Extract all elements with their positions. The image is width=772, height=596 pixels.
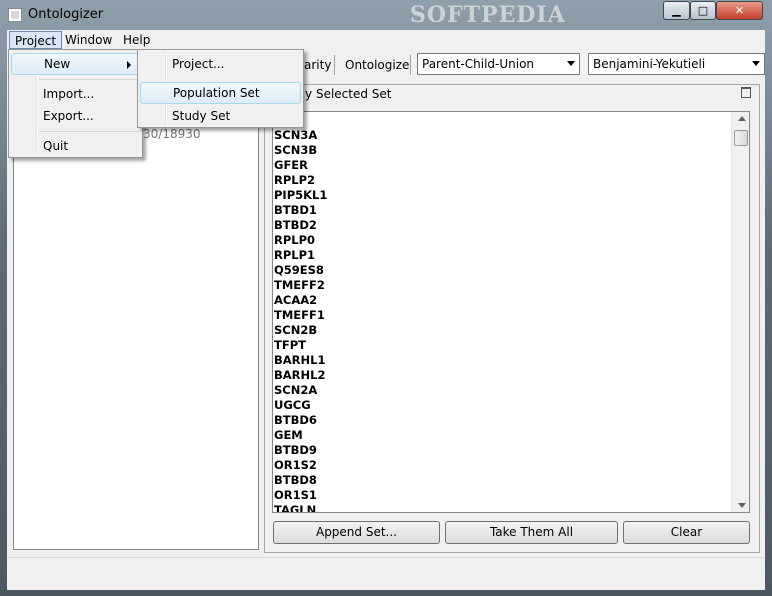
new-submenu: Project... Population Set Study Set — [137, 49, 304, 128]
menu-item-export[interactable]: Export... — [11, 105, 140, 127]
calculation-method-value: Parent-Child-Union — [422, 57, 535, 71]
gene-list-item[interactable]: SCN3B — [274, 143, 327, 158]
minimize-button[interactable]: ▁ — [663, 1, 690, 20]
gene-list-item[interactable]: RPLP0 — [274, 233, 327, 248]
similarity-label[interactable]: arity — [304, 58, 331, 72]
take-them-all-button[interactable]: Take Them All — [445, 521, 618, 544]
gene-list-item[interactable]: SCN2B — [274, 323, 327, 338]
menu-bar: Project Window Help — [7, 30, 765, 51]
selected-set-label: tly Selected Set — [297, 87, 392, 101]
gene-list-item[interactable]: TMEFF2 — [274, 278, 327, 293]
menu-separator — [39, 131, 139, 132]
gene-list-item[interactable]: SCN3A — [274, 128, 327, 143]
restore-icon[interactable] — [741, 87, 751, 98]
scroll-up-icon[interactable] — [738, 116, 746, 121]
gene-list-item[interactable]: GFER — [274, 158, 327, 173]
menu-window[interactable]: Window — [60, 31, 117, 49]
vertical-scrollbar[interactable] — [731, 112, 749, 512]
gene-list-item[interactable]: BARHL1 — [274, 353, 327, 368]
chevron-down-icon — [567, 61, 575, 66]
calculation-method-select[interactable]: Parent-Child-Union — [417, 53, 580, 75]
menu-item-quit[interactable]: Quit — [11, 135, 140, 157]
menu-item-new[interactable]: New — [11, 53, 140, 75]
gene-list-item[interactable]: SCN2A — [274, 383, 327, 398]
status-bar — [7, 557, 765, 590]
gene-list-box[interactable]: SCN3A SCN3B GFER RPLP2 PIP5KL1 BTBD1 BTBD2 RPLP… — [272, 111, 750, 513]
population-count: 30/18930 — [143, 127, 201, 141]
menu-item-population-set[interactable]: Population Set — [140, 82, 301, 104]
menu-help[interactable]: Help — [118, 31, 155, 49]
title-bar[interactable]: Ontologizer SOFTPEDIA ▁ □ ✕ — [0, 0, 772, 30]
gene-list-item[interactable]: ACAA2 — [274, 293, 327, 308]
gene-list-item[interactable]: BARHL2 — [274, 368, 327, 383]
project-menu: New Import... Export... Quit — [8, 49, 143, 158]
gene-list-item[interactable]: BTBD1 — [274, 203, 327, 218]
app-icon — [8, 8, 22, 22]
scroll-down-icon[interactable] — [738, 503, 746, 508]
clear-button[interactable]: Clear — [623, 521, 750, 544]
gene-list-item[interactable]: PIP5KL1 — [274, 188, 327, 203]
gene-list-item[interactable]: BTBD8 — [274, 473, 327, 488]
correction-method-select[interactable]: Benjamini-Yekutieli — [588, 53, 765, 75]
gene-list-item[interactable]: TMEFF1 — [274, 308, 327, 323]
gene-list-item[interactable]: BTBD2 — [274, 218, 327, 233]
menu-item-import[interactable]: Import... — [11, 83, 140, 105]
watermark-logo: SOFTPEDIA — [410, 2, 566, 28]
gene-list-item[interactable]: Q59ES8 — [274, 263, 327, 278]
gene-list-item[interactable]: BTBD6 — [274, 413, 327, 428]
ontologize-button[interactable]: Ontologize — [345, 58, 409, 72]
menu-project[interactable]: Project — [9, 31, 63, 49]
toolbar-separator — [334, 55, 335, 75]
toolbar-separator — [410, 55, 411, 75]
gene-list-item[interactable]: OR1S1 — [274, 488, 327, 503]
close-button[interactable]: ✕ — [716, 1, 763, 20]
append-set-button[interactable]: Append Set... — [273, 521, 440, 544]
menu-item-study-set[interactable]: Study Set — [140, 105, 301, 127]
menu-item-new-project[interactable]: Project... — [140, 53, 301, 75]
gene-list-item[interactable]: TAGLN — [274, 503, 327, 512]
gene-list-item[interactable]: RPLP1 — [274, 248, 327, 263]
menu-separator — [39, 79, 139, 80]
gene-list-item[interactable]: UGCG — [274, 398, 327, 413]
gene-list: SCN3A SCN3B GFER RPLP2 PIP5KL1 BTBD1 BTBD2 RPLP… — [274, 128, 327, 512]
correction-method-value: Benjamini-Yekutieli — [593, 57, 706, 71]
window-frame: Ontologizer SOFTPEDIA ▁ □ ✕ Project Wind… — [0, 0, 772, 596]
chevron-down-icon — [752, 61, 760, 66]
submenu-arrow-icon — [127, 61, 131, 69]
gene-list-item[interactable]: RPLP2 — [274, 173, 327, 188]
gene-list-item[interactable]: BTBD9 — [274, 443, 327, 458]
gene-list-item[interactable]: GEM — [274, 428, 327, 443]
menu-item-new-label: New — [44, 57, 71, 71]
scroll-thumb[interactable] — [734, 130, 748, 146]
window-title: Ontologizer — [28, 7, 104, 22]
gene-list-item[interactable]: TFPT — [274, 338, 327, 353]
gene-list-item[interactable]: OR1S2 — [274, 458, 327, 473]
maximize-button[interactable]: □ — [690, 1, 716, 20]
